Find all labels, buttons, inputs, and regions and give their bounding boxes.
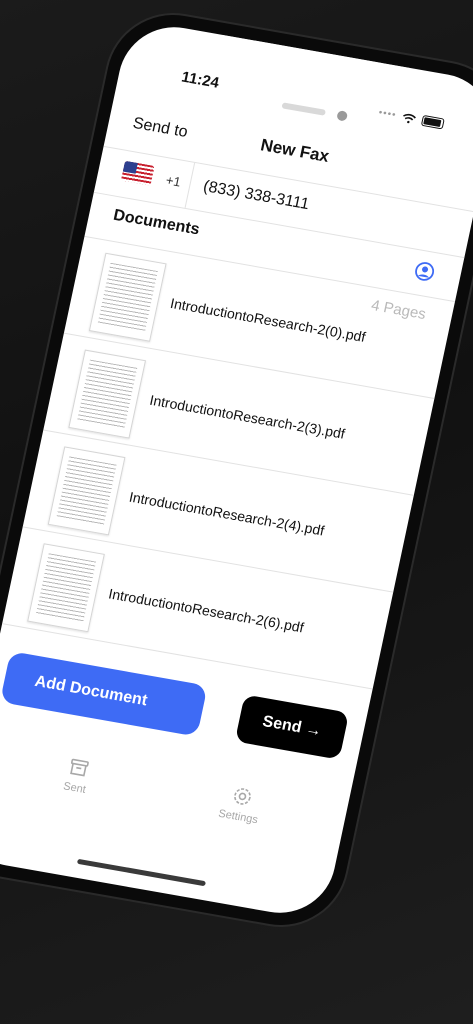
- document-thumbnail: [88, 252, 167, 342]
- speaker: [281, 102, 327, 116]
- divider: [184, 162, 196, 208]
- thumbnail-text-lines: [56, 456, 117, 526]
- send-button[interactable]: Send →: [234, 694, 350, 760]
- camera: [336, 110, 349, 122]
- document-thumbnail: [27, 543, 105, 633]
- gear-icon: [234, 788, 251, 805]
- tab-sent-label: Sent: [62, 780, 87, 796]
- thumbnail-text-lines: [35, 553, 97, 623]
- flag-canton: [122, 160, 138, 174]
- document-thumbnail: [68, 349, 147, 439]
- app-screen: 11:24 •••• Send to New Fax +1 (833) 338-…: [0, 18, 473, 922]
- tab-settings[interactable]: Settings: [193, 778, 290, 831]
- add-document-button[interactable]: Add Document: [0, 651, 208, 737]
- home-indicator[interactable]: [76, 858, 207, 887]
- wifi-icon: [403, 113, 417, 123]
- thumbnail-text-lines: [97, 262, 158, 332]
- notch: [215, 34, 410, 102]
- battery-icon: [420, 114, 445, 130]
- archive-box-icon: [70, 758, 89, 777]
- document-name: IntroductiontoResearch-2(0).pdf: [168, 294, 367, 345]
- status-icons: ••••: [377, 107, 445, 130]
- signal-icon: ••••: [377, 107, 398, 122]
- document-name: IntroductiontoResearch-2(3).pdf: [148, 391, 347, 442]
- status-time: 11:24: [179, 68, 221, 92]
- stage: 11:24 •••• Send to New Fax +1 (833) 338-…: [0, 0, 473, 1024]
- document-name: IntroductiontoResearch-2(4).pdf: [127, 488, 326, 539]
- document-thumbnail: [47, 446, 126, 536]
- country-code[interactable]: +1: [164, 172, 182, 189]
- document-list: IntroductiontoResearch-2(0).pdf Introduc…: [2, 235, 456, 690]
- us-flag-icon[interactable]: [120, 160, 155, 186]
- tab-sent[interactable]: Sent: [29, 749, 126, 802]
- thumbnail-text-lines: [77, 359, 138, 429]
- tab-settings-label: Settings: [217, 807, 259, 827]
- document-name: IntroductiontoResearch-2(6).pdf: [107, 585, 306, 636]
- user-circle-icon[interactable]: [413, 260, 437, 283]
- documents-label: Documents: [111, 206, 202, 239]
- phone-frame: 11:24 •••• Send to New Fax +1 (833) 338-…: [0, 4, 473, 936]
